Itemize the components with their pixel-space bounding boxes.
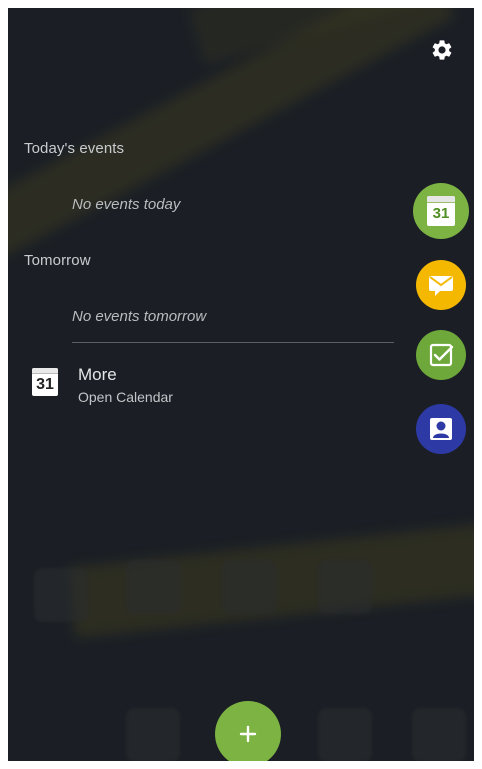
tasks-icon xyxy=(429,343,454,367)
gear-icon xyxy=(432,40,452,60)
contact-icon xyxy=(430,418,452,440)
calendar-tab-button[interactable]: 31 xyxy=(413,183,469,239)
plus-icon xyxy=(239,725,257,743)
no-events-tomorrow-text: No events tomorrow xyxy=(72,308,207,325)
no-events-today-text: No events today xyxy=(72,196,181,213)
divider xyxy=(72,342,394,343)
background-app-icon xyxy=(34,568,88,622)
background-app-icon xyxy=(222,560,276,614)
app-screen: Today's events No events today Tomorrow … xyxy=(8,8,474,761)
calendar-icon: 31 xyxy=(427,196,455,226)
open-calendar-label: Open Calendar xyxy=(78,389,173,405)
background-app-icon xyxy=(412,708,466,761)
background-app-icon xyxy=(126,560,180,614)
today-heading: Today's events xyxy=(24,140,125,157)
more-title: More xyxy=(78,365,117,384)
background-app-icon xyxy=(318,708,372,761)
background-app-icon xyxy=(126,708,180,761)
open-calendar-button[interactable]: 31 More Open Calendar xyxy=(22,360,362,412)
contacts-tab-button[interactable] xyxy=(416,404,466,454)
tasks-tab-button[interactable] xyxy=(416,330,466,380)
calendar-icon: 31 xyxy=(32,368,58,396)
settings-button[interactable] xyxy=(428,36,456,64)
email-tab-button[interactable] xyxy=(416,260,466,310)
background-app-icon xyxy=(318,560,372,614)
calendar-icon-number: 31 xyxy=(36,376,54,393)
calendar-tab-number: 31 xyxy=(432,205,450,222)
tomorrow-heading: Tomorrow xyxy=(24,252,91,269)
email-icon xyxy=(429,276,453,296)
add-event-button[interactable] xyxy=(215,701,281,761)
